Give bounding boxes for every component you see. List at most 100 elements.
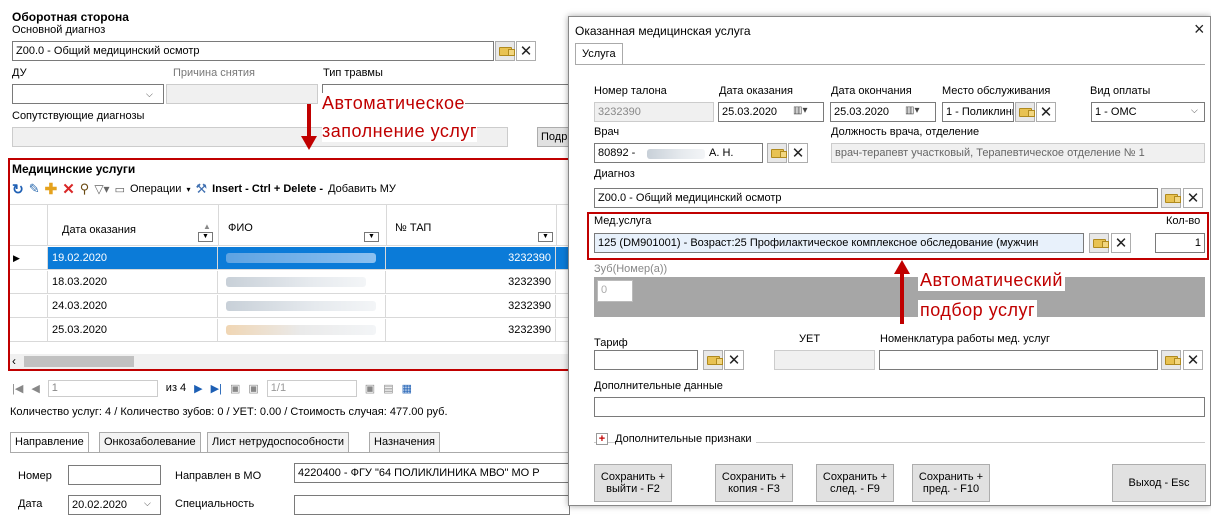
table-row[interactable]: 25.03.2020 3232390 [10,319,570,342]
tag-icon [770,148,787,158]
extra-data-field[interactable] [594,397,1205,417]
operations-menu[interactable]: Операции [130,183,181,195]
main-diagnosis-select-button[interactable] [495,41,515,61]
pages-input[interactable]: 1/1 [266,379,357,397]
calendar-icon[interactable]: ▥▾ [793,105,807,116]
prev-page-icon[interactable]: ◀ [31,382,39,395]
export-icon[interactable]: ▤ [383,382,393,395]
tag-icon [706,355,723,365]
place-select-button[interactable] [1015,102,1035,122]
quantity-field[interactable]: 1 [1155,233,1205,253]
cell-date: 19.02.2020 [48,247,218,269]
column-divider [556,204,557,246]
filter-dropdown-icon[interactable]: ▼ [364,232,379,242]
diagnosis-clear-button[interactable]: ✕ [1183,188,1203,208]
service-field[interactable]: 125 (DM901001) - Возраст:25 Профилактиче… [594,233,1084,253]
calendar-icon[interactable]: ▥▾ [905,105,919,116]
first-page-icon[interactable]: |◀ [12,382,23,395]
page-input[interactable]: 1 [47,379,158,397]
table-row[interactable]: 18.03.2020 3232390 [10,271,570,294]
chevron-down-icon: ⌵ [144,498,151,508]
service-date-field[interactable]: 25.03.2020 [718,102,824,122]
exit-button[interactable]: Выход - Esc [1112,464,1206,502]
main-diagnosis-field[interactable]: Z00.0 - Общий медицинский осмотр [12,41,494,61]
tab-oncology[interactable]: Онкозаболевание [99,432,201,452]
close-icon: ✕ [519,42,533,60]
doctor-select-button[interactable] [767,143,787,163]
table-row[interactable]: ▶ 19.02.2020 3232390 [10,247,570,270]
tag-icon [1092,238,1109,248]
tariff-field[interactable] [594,350,698,370]
service-select-button[interactable] [1089,233,1109,253]
column-divider [386,204,387,246]
doctor-clear-button[interactable]: ✕ [788,143,808,163]
tab-sick-leave[interactable]: Лист нетрудоспособности [207,432,349,452]
table-icon[interactable]: ▦ [402,382,412,395]
page-count: из 4 [165,382,187,394]
save-next-button[interactable]: Сохранить + след. - F9 [816,464,894,502]
service-label: Мед.услуга [594,215,652,227]
save-exit-button[interactable]: Сохранить + выйти - F2 [594,464,672,502]
edit-icon[interactable]: ✎ [29,181,40,197]
column-tap[interactable]: № ТАП [395,222,431,234]
tab-direction[interactable]: Направление [10,432,89,453]
uet-label: УЕТ [799,333,821,345]
diagnosis-field[interactable]: Z00.0 - Общий медицинский осмотр [594,188,1158,208]
summary-line: Количество услуг: 4 / Количество зубов: … [10,406,448,418]
refresh-icon[interactable]: ↻ [12,181,24,198]
specialty-field[interactable] [294,495,570,515]
print-icon[interactable]: ▣ [365,382,375,395]
close-icon: ✕ [1186,189,1200,207]
place-clear-button[interactable]: ✕ [1036,102,1056,122]
save-prev-button[interactable]: Сохранить + пред. - F10 [912,464,990,502]
horizontal-scrollbar[interactable]: ‹ [10,354,570,369]
directed-field[interactable]: 4220400 - ФГУ "64 ПОЛИКЛИНИКА МВО" МО Р [294,463,570,483]
payment-select[interactable]: 1 - ОМС [1091,102,1205,122]
up-arrow-icon [900,272,904,324]
column-date[interactable]: Дата оказания [62,224,136,236]
delete-icon[interactable]: ✕ [62,180,75,198]
tools-icon[interactable]: ⚒ [195,181,207,197]
scrollbar-thumb[interactable] [24,356,134,367]
row-indicator [10,271,48,293]
diagnosis-select-button[interactable] [1161,188,1181,208]
nomenclature-field[interactable] [879,350,1158,370]
save-icon[interactable]: ▣ [230,382,240,395]
expand-button[interactable]: + [596,433,608,445]
last-page-icon[interactable]: ▶| [211,382,222,395]
service-clear-button[interactable]: ✕ [1111,233,1131,253]
column-fio[interactable]: ФИО [228,222,253,234]
filter-dropdown-icon[interactable]: ▼ [538,232,553,242]
filter-icon[interactable]: ▽▾ [94,182,109,196]
directed-label: Направлен в МО [175,470,262,482]
tab-prescriptions[interactable]: Назначения [369,432,440,452]
tab-service[interactable]: Услуга [575,43,623,65]
chevron-left-icon[interactable]: ‹ [12,354,16,368]
main-diagnosis-clear-button[interactable]: ✕ [516,41,536,61]
nomenclature-clear-button[interactable]: ✕ [1183,350,1203,370]
tab-line [10,452,570,453]
next-page-icon[interactable]: ▶ [194,382,202,395]
save-icon[interactable]: ▣ [248,382,258,395]
table-row[interactable]: 24.03.2020 3232390 [10,295,570,318]
add-mu-link[interactable]: Добавить МУ [328,183,396,195]
save-copy-button[interactable]: Сохранить + копия - F3 [715,464,793,502]
section-title: Оборотная сторона [12,10,129,24]
du-select[interactable] [12,84,164,104]
tariff-clear-button[interactable]: ✕ [724,350,744,370]
add-icon[interactable]: ✚ [45,180,58,198]
column-divider [218,204,219,246]
search-icon[interactable]: ⚲ [80,181,90,197]
du-label: ДУ [12,67,27,79]
number-field[interactable] [68,465,161,485]
tariff-select-button[interactable] [703,350,723,370]
doctor-label: Врач [594,126,620,138]
dialog-close-button[interactable]: × [1194,19,1205,40]
end-date-field[interactable]: 25.03.2020 [830,102,936,122]
doctor-field[interactable]: 80892 - А. Н. [594,143,763,163]
tag-icon [1164,193,1181,203]
place-field[interactable]: 1 - Поликлиник [942,102,1014,122]
trauma-type-label: Тип травмы [323,67,383,79]
nomenclature-select-button[interactable] [1161,350,1181,370]
filter-dropdown-icon[interactable]: ▼ [198,232,213,242]
